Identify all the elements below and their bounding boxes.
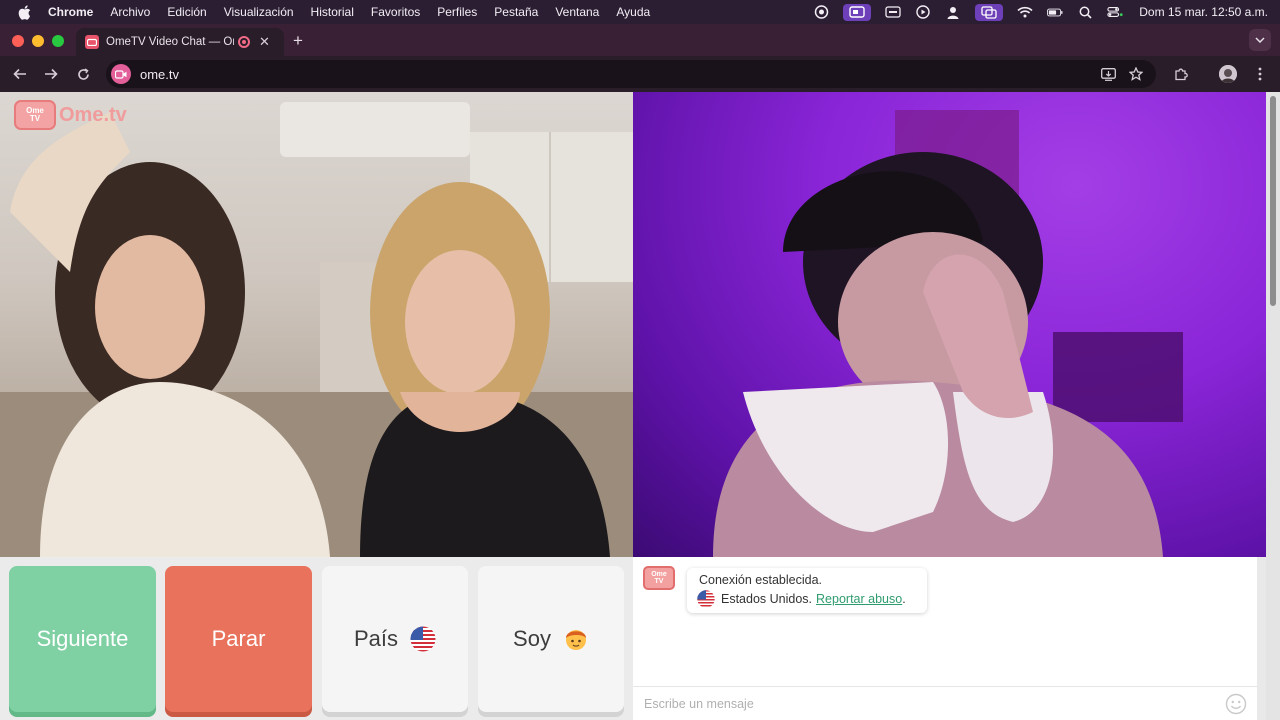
new-tab-plus-icon[interactable]: + — [293, 31, 303, 51]
stop-button[interactable]: Parar — [165, 566, 312, 712]
screen-mirroring-icon[interactable] — [975, 3, 1004, 21]
ometv-logo[interactable]: Ome TV Ome.tv — [14, 100, 127, 130]
report-link-suffix: . — [902, 592, 906, 606]
menubar-clock[interactable]: Dom 15 mar. 12:50 a.m. — [1139, 5, 1268, 19]
logo-brand-text: Ome.tv — [59, 103, 127, 126]
keyboard-icon[interactable] — [885, 5, 901, 19]
forward-arrow-icon[interactable] — [43, 66, 59, 82]
partner-country-line: Estados Unidos. Reportar abuso . — [697, 590, 917, 608]
control-panel: Siguiente Parar País Soy — [0, 557, 633, 720]
battery-icon[interactable] — [1047, 5, 1063, 19]
logo-badge-bottom: TV — [29, 114, 41, 123]
user-icon[interactable] — [945, 5, 961, 19]
window-zoom-button[interactable] — [52, 35, 64, 47]
profile-avatar[interactable] — [1219, 65, 1237, 83]
menu-ventana[interactable]: Ventana — [555, 5, 599, 19]
wifi-icon[interactable] — [1017, 5, 1033, 19]
menu-archivo[interactable]: Archivo — [110, 5, 150, 19]
bot-avatar-bottom: TV — [654, 578, 664, 585]
us-flag-icon — [410, 626, 436, 652]
browser-toolbar: ome.tv — [0, 56, 1280, 92]
macos-menubar: Chrome Archivo Edición Visualización His… — [0, 0, 1280, 24]
chrome-menu-kebab-icon[interactable] — [1252, 66, 1268, 82]
menu-visualizacion[interactable]: Visualización — [224, 5, 294, 19]
browser-tab-ometv[interactable]: OmeTV Video Chat — Ome ✕ — [76, 28, 284, 56]
play-icon[interactable] — [915, 5, 931, 19]
message-input-row — [633, 686, 1257, 720]
ometv-favicon-icon — [85, 35, 99, 49]
reload-icon[interactable] — [75, 66, 91, 82]
address-url: ome.tv — [140, 66, 180, 82]
back-arrow-icon[interactable] — [12, 66, 28, 82]
spotlight-search-icon[interactable] — [1077, 5, 1093, 19]
bookmark-star-icon[interactable] — [1128, 66, 1144, 82]
apple-icon[interactable] — [18, 4, 34, 20]
emoji-smile-icon[interactable] — [1225, 693, 1247, 715]
creative-cloud-icon[interactable] — [813, 5, 829, 19]
page-scrollbar[interactable] — [1266, 92, 1280, 720]
browser-tab-strip: OmeTV Video Chat — Ome ✕ + — [0, 24, 1280, 56]
report-abuse-link[interactable]: Reportar abuso — [816, 592, 902, 606]
chat-panel: Ome TV Conexión establecida. Estados Uni… — [633, 557, 1257, 720]
install-app-icon[interactable] — [1100, 66, 1116, 82]
menubar-status-area: Dom 15 mar. 12:50 a.m. — [799, 0, 1268, 24]
window-close-button[interactable] — [12, 35, 24, 47]
bot-avatar-top: Ome — [651, 571, 667, 578]
country-button-label: País — [353, 626, 399, 651]
ometv-bot-avatar-icon: Ome TV — [643, 566, 675, 590]
tab-recording-icon — [238, 36, 250, 48]
next-button-label: Siguiente — [36, 626, 129, 651]
gender-filter-button[interactable]: Soy — [478, 566, 624, 712]
next-button[interactable]: Siguiente — [9, 566, 156, 712]
menu-edicion[interactable]: Edición — [167, 5, 206, 19]
us-flag-small-icon — [697, 590, 715, 608]
menu-perfiles[interactable]: Perfiles — [437, 5, 477, 19]
window-minimize-button[interactable] — [32, 35, 44, 47]
local-video-feed: Ome TV Ome.tv — [0, 92, 633, 557]
ometv-tv-logo-icon: Ome TV — [14, 100, 56, 130]
extensions-puzzle-icon[interactable] — [1173, 66, 1189, 82]
partner-video-feed — [633, 92, 1266, 557]
menu-pestana[interactable]: Pestaña — [494, 5, 538, 19]
menu-app-name[interactable]: Chrome — [48, 5, 93, 19]
ometv-page: Ome TV Ome.tv Siguiente Parar País Soy O… — [0, 92, 1280, 720]
menu-historial[interactable]: Historial — [311, 5, 354, 19]
local-video-scene — [0, 102, 633, 557]
site-camera-icon[interactable] — [111, 64, 131, 84]
system-message-bubble: Conexión establecida. Estados Unidos. Re… — [687, 568, 927, 613]
menu-ayuda[interactable]: Ayuda — [616, 5, 650, 19]
boy-face-icon — [563, 626, 589, 652]
tab-close-icon[interactable]: ✕ — [259, 34, 270, 50]
connection-status-text: Conexión establecida. — [699, 573, 822, 587]
tab-title: OmeTV Video Chat — Ome — [106, 36, 234, 48]
partner-video-scene — [713, 110, 1183, 557]
control-center-icon[interactable] — [1107, 5, 1123, 19]
country-filter-button[interactable]: País — [322, 566, 468, 712]
partner-country-text: Estados Unidos. — [721, 592, 813, 606]
address-bar[interactable]: ome.tv — [106, 60, 1156, 88]
tab-search-chevron-icon[interactable] — [1249, 29, 1271, 51]
scrollbar-thumb[interactable] — [1270, 96, 1276, 306]
gender-button-label: Soy — [513, 626, 551, 651]
message-input[interactable] — [644, 696, 1204, 711]
menu-favoritos[interactable]: Favoritos — [371, 5, 420, 19]
stop-button-label: Parar — [211, 626, 266, 651]
screen-record-icon[interactable] — [843, 3, 872, 21]
